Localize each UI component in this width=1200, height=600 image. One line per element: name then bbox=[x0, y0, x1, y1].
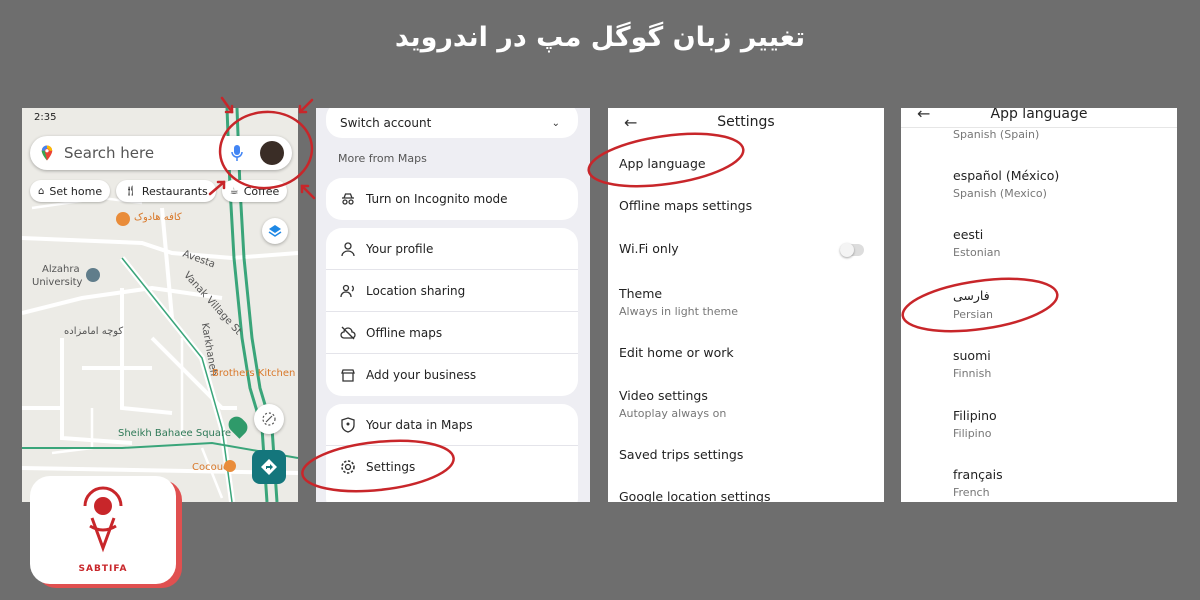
edit-home-work-item[interactable]: Edit home or work bbox=[619, 345, 734, 360]
layers-icon bbox=[268, 225, 282, 237]
settings-header: ← Settings bbox=[608, 108, 884, 136]
layers-button[interactable] bbox=[262, 218, 288, 244]
chip-restaurants[interactable]: 🍴︎ Restaurants bbox=[116, 180, 216, 202]
map-label-cafe: کافه هادوک bbox=[134, 212, 182, 223]
compass-button[interactable] bbox=[254, 404, 284, 434]
account-menu-screenshot: Switch account ⌄ More from Maps Turn on … bbox=[316, 108, 590, 502]
language-header: ← App language bbox=[901, 108, 1177, 128]
compass-icon bbox=[262, 412, 276, 426]
directions-icon bbox=[261, 459, 277, 475]
directions-button[interactable] bbox=[252, 450, 286, 484]
saved-trips-item[interactable]: Saved trips settings bbox=[619, 447, 743, 462]
google-maps-pin-icon bbox=[41, 145, 53, 161]
storefront-icon bbox=[341, 369, 355, 382]
status-bar-time: 2:35 bbox=[34, 112, 57, 123]
chevron-down-icon: ⌄ bbox=[551, 117, 560, 129]
incognito-row[interactable]: Turn on Incognito mode bbox=[326, 178, 578, 220]
settings-title: Settings bbox=[717, 114, 775, 130]
gear-icon bbox=[341, 460, 355, 474]
your-data-row[interactable]: Your data in Maps bbox=[326, 404, 578, 446]
video-settings-item[interactable]: Video settings bbox=[619, 388, 708, 403]
university-pin-icon[interactable] bbox=[86, 268, 100, 282]
theme-subtitle: Always in light theme bbox=[619, 305, 738, 318]
data-settings-card: Your data in Maps Settings bbox=[326, 404, 578, 502]
offline-maps-settings-item[interactable]: Offline maps settings bbox=[619, 198, 752, 213]
google-location-item[interactable]: Google location settings bbox=[619, 489, 770, 502]
location-sharing-row[interactable]: Location sharing bbox=[326, 270, 578, 312]
arrow-annotation bbox=[300, 184, 316, 200]
person-icon bbox=[341, 241, 355, 256]
wifi-only-item[interactable]: Wi.Fi only bbox=[619, 241, 679, 256]
language-item[interactable]: eesti bbox=[953, 227, 983, 242]
language-item[interactable]: suomi bbox=[953, 348, 991, 363]
your-profile-row[interactable]: Your profile bbox=[326, 228, 578, 270]
map-label-brothers-kitchen: Brothers Kitchen bbox=[212, 368, 296, 379]
incognito-card: Turn on Incognito mode bbox=[326, 178, 578, 220]
app-language-item[interactable]: App language bbox=[619, 156, 706, 171]
switch-account-row[interactable]: Switch account ⌄ bbox=[326, 108, 578, 138]
sabtifa-logo: SABTIFA bbox=[30, 476, 176, 584]
add-business-row[interactable]: Add your business bbox=[326, 354, 578, 396]
page-title: تغییر زبان گوگل مپ در اندروید bbox=[394, 22, 806, 53]
language-subtitle: French bbox=[953, 486, 990, 499]
home-icon: ⌂ bbox=[38, 185, 45, 197]
chip-set-home[interactable]: ⌂ Set home bbox=[30, 180, 111, 202]
more-from-maps-label: More from Maps bbox=[338, 152, 427, 165]
coffee-icon: ☕︎ bbox=[229, 185, 239, 197]
theme-item[interactable]: Theme bbox=[619, 286, 662, 301]
profile-card: Your profile Location sharing Offline ma… bbox=[326, 228, 578, 396]
location-sharing-icon bbox=[340, 284, 354, 297]
language-title: App language bbox=[990, 108, 1088, 122]
cafe-pin-icon[interactable] bbox=[116, 212, 130, 226]
incognito-icon bbox=[342, 193, 354, 205]
shield-icon bbox=[341, 416, 355, 433]
video-settings-subtitle: Autoplay always on bbox=[619, 407, 727, 420]
search-input[interactable]: Search here bbox=[64, 144, 154, 162]
cocouch-pin-icon[interactable] bbox=[224, 460, 236, 472]
language-subtitle-spanish-spain: Spanish (Spain) bbox=[953, 128, 1040, 141]
language-item[interactable]: español (México) bbox=[953, 168, 1059, 183]
switch-account-card: Switch account ⌄ bbox=[326, 108, 578, 138]
search-bar[interactable]: Search here bbox=[30, 136, 292, 170]
map-label-alzahra: Alzahra bbox=[42, 264, 80, 275]
wifi-only-toggle[interactable] bbox=[840, 243, 864, 257]
arrow-annotation bbox=[298, 98, 314, 114]
language-item[interactable]: Filipino bbox=[953, 408, 997, 423]
settings-row[interactable]: Settings bbox=[326, 446, 578, 488]
language-subtitle: Filipino bbox=[953, 427, 992, 440]
offline-cloud-icon bbox=[340, 326, 356, 339]
fork-knife-icon: 🍴︎ bbox=[124, 185, 137, 197]
maps-home-screenshot: 2:35 Search here ⌂ Set home 🍴︎ Restaurants… bbox=[22, 108, 298, 502]
profile-avatar[interactable] bbox=[260, 141, 284, 165]
settings-screenshot: ← Settings App language Offline maps set… bbox=[608, 108, 884, 502]
location-pin-logo-icon bbox=[83, 486, 123, 553]
category-chips: ⌂ Set home 🍴︎ Restaurants ☕︎ Coffee bbox=[30, 180, 288, 202]
microphone-icon[interactable] bbox=[230, 144, 244, 162]
language-item-persian[interactable]: فارسی bbox=[953, 288, 990, 303]
map-label-kooche: کوچه امامزاده bbox=[64, 326, 124, 337]
language-subtitle: Finnish bbox=[953, 367, 992, 380]
chip-coffee[interactable]: ☕︎ Coffee bbox=[221, 180, 288, 202]
language-subtitle: Estonian bbox=[953, 246, 1001, 259]
brand-name: SABTIFA bbox=[78, 564, 128, 574]
language-subtitle: Spanish (Mexico) bbox=[953, 187, 1047, 200]
map-label-sheikh-bahaee: Sheikh Bahaee Square bbox=[118, 428, 232, 439]
offline-maps-row[interactable]: Offline maps bbox=[326, 312, 578, 354]
language-item[interactable]: français bbox=[953, 467, 1003, 482]
map-label-university: University bbox=[32, 277, 83, 288]
app-language-screenshot: ← App language Spanish (Spain) español (… bbox=[901, 108, 1177, 502]
language-subtitle: Persian bbox=[953, 308, 994, 321]
